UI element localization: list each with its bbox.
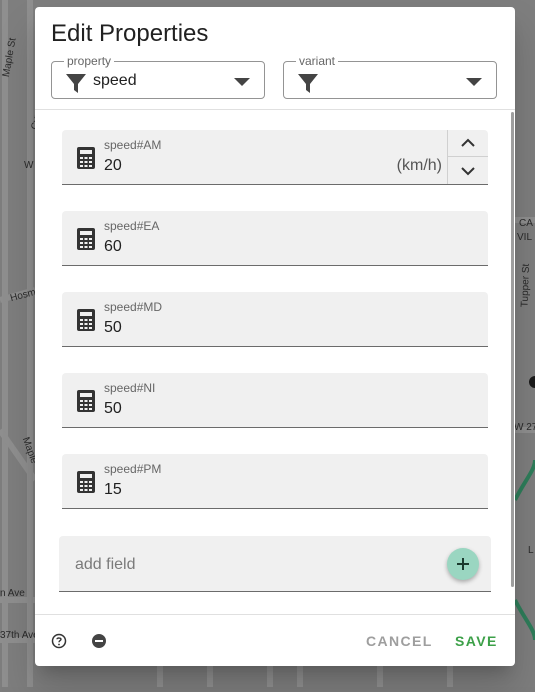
field-label: speed#AM bbox=[104, 138, 162, 152]
calculator-icon bbox=[77, 228, 95, 250]
add-field-placeholder: add field bbox=[75, 556, 136, 573]
funnel-icon bbox=[66, 74, 86, 93]
property-select[interactable]: property speed bbox=[51, 54, 265, 99]
map-label: W bbox=[24, 160, 34, 171]
add-field-button[interactable] bbox=[447, 548, 479, 580]
save-button[interactable]: SAVE bbox=[455, 633, 498, 649]
fields-list: speed#AM 20 (km/h) speed#EA 60 speed#MD … bbox=[35, 110, 515, 614]
map-label: Tupper St bbox=[519, 263, 533, 308]
map-label: n Ave bbox=[0, 588, 25, 599]
property-select-value: speed bbox=[93, 72, 137, 89]
variant-select[interactable]: variant bbox=[283, 54, 497, 99]
increment-button[interactable] bbox=[448, 130, 488, 157]
number-stepper bbox=[447, 130, 488, 184]
decrement-button[interactable] bbox=[448, 157, 488, 184]
remove-icon[interactable] bbox=[91, 633, 107, 649]
field-speed-ea[interactable]: speed#EA 60 bbox=[62, 211, 488, 266]
scrollbar[interactable] bbox=[511, 112, 514, 587]
field-label: speed#NI bbox=[104, 381, 156, 395]
map-label: VIL bbox=[517, 232, 533, 243]
field-label: speed#MD bbox=[104, 300, 163, 314]
map-label: W 27 bbox=[514, 422, 535, 433]
footer-divider bbox=[35, 614, 515, 615]
calculator-icon bbox=[77, 390, 95, 412]
calculator-icon bbox=[77, 471, 95, 493]
property-select-label: property bbox=[64, 54, 115, 68]
variant-select-label: variant bbox=[296, 54, 339, 68]
add-field-input[interactable]: add field bbox=[59, 536, 491, 592]
chevron-up-icon bbox=[461, 138, 475, 147]
field-speed-ni[interactable]: speed#NI 50 bbox=[62, 373, 488, 428]
funnel-icon bbox=[298, 74, 318, 93]
field-speed-md[interactable]: speed#MD 50 bbox=[62, 292, 488, 347]
map-label: CA bbox=[519, 218, 533, 229]
edit-properties-dialog: Edit Properties property speed variant s… bbox=[35, 7, 515, 666]
map-label: 37th Ave bbox=[0, 630, 39, 641]
map-label: L bbox=[528, 545, 534, 556]
cancel-button[interactable]: CANCEL bbox=[366, 633, 433, 649]
field-speed-pm[interactable]: speed#PM 15 bbox=[62, 454, 488, 509]
field-unit: (km/h) bbox=[396, 157, 442, 174]
chevron-down-icon bbox=[461, 166, 475, 175]
field-value[interactable]: 50 bbox=[104, 319, 122, 337]
plus-icon bbox=[457, 558, 469, 570]
field-speed-am[interactable]: speed#AM 20 (km/h) bbox=[62, 130, 488, 185]
chevron-down-icon bbox=[234, 78, 250, 86]
calculator-icon bbox=[77, 147, 95, 169]
field-label: speed#PM bbox=[104, 462, 162, 476]
field-label: speed#EA bbox=[104, 219, 160, 233]
calculator-icon bbox=[77, 309, 95, 331]
field-value[interactable]: 50 bbox=[104, 400, 122, 418]
field-value[interactable]: 15 bbox=[104, 481, 122, 499]
help-icon[interactable] bbox=[51, 633, 67, 649]
dialog-title: Edit Properties bbox=[51, 20, 209, 47]
field-value[interactable]: 60 bbox=[104, 238, 122, 256]
chevron-down-icon bbox=[466, 78, 482, 86]
field-value[interactable]: 20 bbox=[104, 157, 122, 175]
